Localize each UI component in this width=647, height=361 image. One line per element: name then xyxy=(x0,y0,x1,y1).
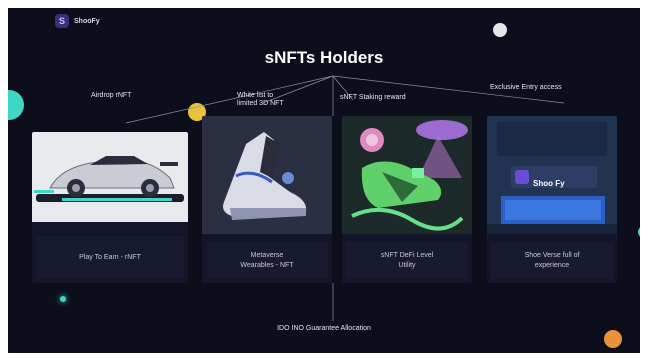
card-play-to-earn[interactable]: Play To Earn - rNFT xyxy=(32,132,188,283)
label-whitelist-line1: White list to xyxy=(237,92,274,99)
label-staking: sNFT Staking reward xyxy=(340,94,406,101)
page-title: sNFTs Holders xyxy=(264,48,384,67)
bottom-label: IDO INO Guarantee Allocation xyxy=(277,325,371,332)
sneaker-image xyxy=(202,116,332,234)
shoe-store-image xyxy=(487,116,617,234)
card-caption: Play To Earn - rNFT xyxy=(36,236,184,279)
neon-shoe-art-image xyxy=(342,116,472,234)
label-exclusive: Exclusive Entry access xyxy=(490,84,562,91)
card-caption: Metaverse Wearables - NFT xyxy=(206,242,328,279)
store-sign: Shoo Fy xyxy=(533,179,565,188)
card-metaverse-wearables[interactable]: Metaverse Wearables - NFT xyxy=(202,116,332,283)
card-shoe-verse[interactable]: Shoo Fy Shoe Verse full of experience xyxy=(487,116,617,283)
card-defi-utility[interactable]: sNFT DeFi Level Utility xyxy=(342,116,472,283)
label-whitelist: White list to limited 3D NFT xyxy=(237,92,284,108)
card-caption: Shoe Verse full of experience xyxy=(491,242,613,279)
label-airdrop: Airdrop rNFT xyxy=(91,92,132,99)
label-whitelist-line2: limited 3D NFT xyxy=(237,100,284,107)
sports-car-image xyxy=(32,132,188,222)
card-caption: sNFT DeFi Level Utility xyxy=(346,242,468,279)
slide: S ShooFy sNFTs Holders Airdrop rNFT Whit… xyxy=(8,8,640,353)
